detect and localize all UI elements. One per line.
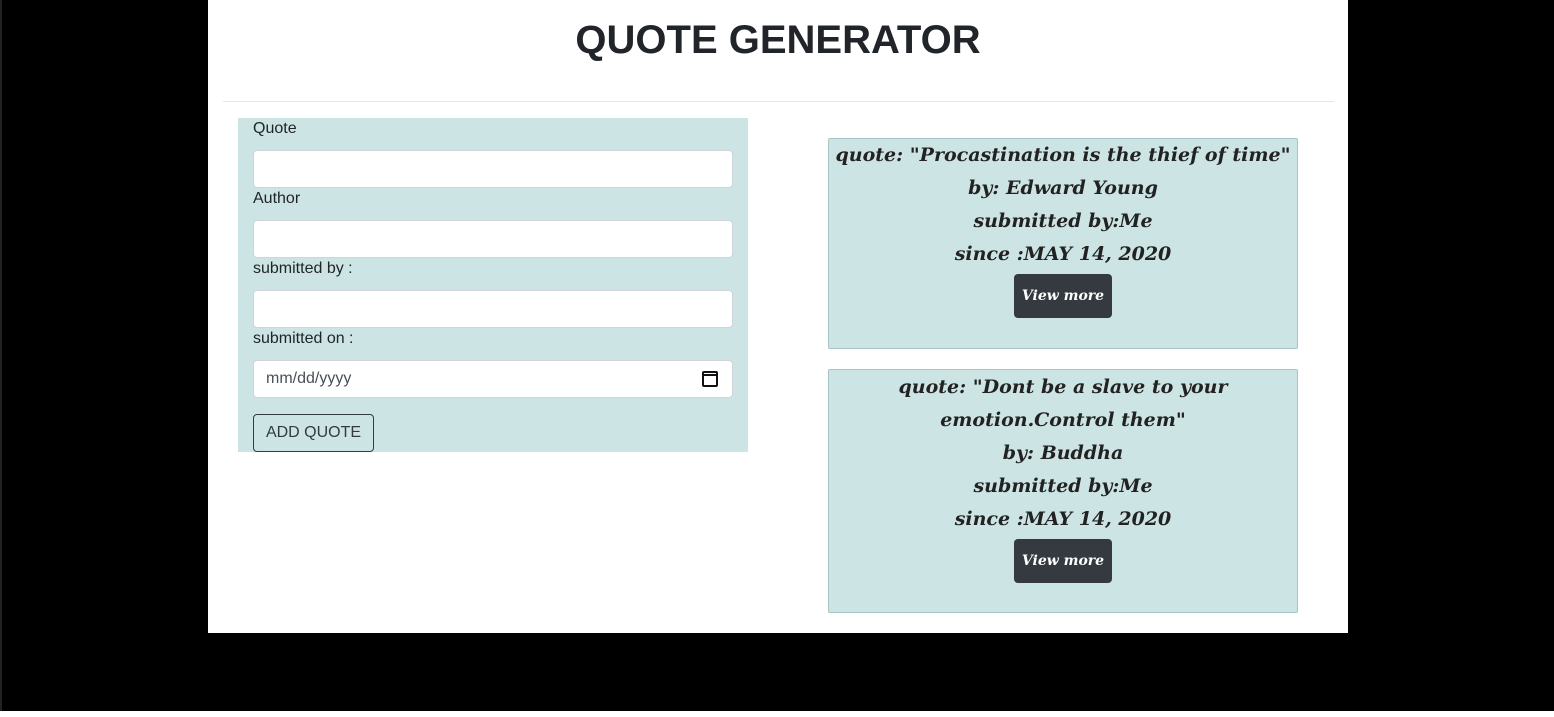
submitted-on-label: submitted on : [253,330,354,347]
date-placeholder: mm/dd/yyyy [266,370,352,387]
quote-text: quote: "Dont be a slave to your [898,376,1228,398]
quote-text: emotion.Control them" [940,409,1186,431]
quote-author: by: Buddha [1002,442,1124,464]
window-bottom-strip [0,711,1554,717]
submitted-on-date-input[interactable]: mm/dd/yyyy [253,360,733,398]
submitted-by-label: submitted by : [253,260,353,277]
header-divider [223,101,1334,102]
submitted-by-input[interactable] [253,290,733,328]
quote-label: Quote [253,120,297,137]
author-label: Author [253,190,301,207]
quote-form: Quote Author submitted by : submitted on… [238,118,748,452]
quote-since: since :MAY 14, 2020 [954,508,1172,530]
view-more-button[interactable]: View more [1014,274,1112,318]
quote-since: since :MAY 14, 2020 [954,243,1172,265]
calendar-icon[interactable] [702,371,718,387]
quote-input[interactable] [253,150,733,188]
quote-text: quote: "Procastination is the thief of t… [835,144,1291,166]
quote-submitted-by: submitted by:Me [973,210,1153,232]
author-input[interactable] [253,220,733,258]
quote-submitted-by: submitted by:Me [973,475,1153,497]
quote-card: quote: "Dont be a slave to your emotion.… [828,369,1298,613]
quote-author: by: Edward Young [968,177,1158,199]
page-title: QUOTE GENERATOR [575,18,981,62]
page-container: QUOTE GENERATOR Quote Author submitted b… [208,0,1348,633]
add-quote-button[interactable]: ADD QUOTE [253,414,374,452]
window-left-edge [0,0,2,711]
quote-card: quote: "Procastination is the thief of t… [828,138,1298,349]
view-more-button[interactable]: View more [1014,539,1112,583]
